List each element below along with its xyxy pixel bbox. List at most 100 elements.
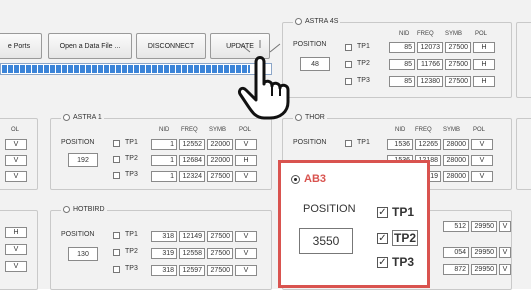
thor-nid-header: NID <box>395 127 406 133</box>
astra1-tp3-freq[interactable]: 12324 <box>179 171 205 182</box>
right-bottom-tp1-nid[interactable]: 512 <box>443 221 469 232</box>
hotbird-tp3-freq[interactable]: 12597 <box>179 265 205 276</box>
astra1-tp3-checkbox[interactable] <box>113 172 120 179</box>
thor-tp1-pol[interactable]: V <box>471 139 493 150</box>
hotbird-tp2-nid[interactable]: 319 <box>151 248 177 259</box>
astra4s-tp2-symb[interactable]: 27500 <box>445 59 471 70</box>
right-bottom-tp1-pol[interactable]: V <box>499 221 511 232</box>
astra1-tp3-symb[interactable]: 27500 <box>207 171 233 182</box>
astra1-tp2-nid[interactable]: 1 <box>151 155 177 166</box>
astra4s-tp1-pol[interactable]: H <box>473 42 495 53</box>
astra4s-tp1-nid[interactable]: 85 <box>389 42 415 53</box>
hotbird-tp1-nid[interactable]: 318 <box>151 231 177 242</box>
hotbird-tp2-freq[interactable]: 12558 <box>179 248 205 259</box>
astra4s-tp2-freq[interactable]: 11766 <box>417 59 443 70</box>
astra4s-radio[interactable] <box>295 18 302 25</box>
left-partial-tp3-pol[interactable]: V <box>5 171 27 182</box>
thor-tp2-pol[interactable]: V <box>471 155 493 166</box>
open-data-file-button[interactable]: Open a Data File ... <box>48 33 132 59</box>
astra1-position-input[interactable]: 192 <box>68 153 98 167</box>
hotbird-tp3-pol[interactable]: V <box>235 265 257 276</box>
astra1-freq-header: FREQ <box>181 127 198 133</box>
left-partial-b-tp3-pol[interactable]: V <box>5 261 27 272</box>
astra1-tp1-checkbox[interactable] <box>113 140 120 147</box>
astra4s-tp3-checkbox[interactable] <box>345 78 352 85</box>
astra4s-tp2-label: TP2 <box>357 60 370 67</box>
astra4s-tp1-checkbox[interactable] <box>345 44 352 51</box>
left-partial-b-tp1-pol[interactable]: H <box>5 227 27 238</box>
ab3-radio[interactable] <box>291 174 300 184</box>
astra1-tp3-nid[interactable]: 1 <box>151 171 177 182</box>
thor-freq-header: FREQ <box>415 127 432 133</box>
hotbird-tp1-freq[interactable]: 12149 <box>179 231 205 242</box>
astra1-tp1-symb[interactable]: 22000 <box>207 139 233 150</box>
hotbird-radio[interactable] <box>63 206 70 213</box>
right-bottom-tp3-freq[interactable]: 29950 <box>471 264 497 275</box>
astra4s-tp3-freq[interactable]: 12380 <box>417 76 443 87</box>
right-bottom-tp3-nid[interactable]: 872 <box>443 264 469 275</box>
astra1-tp1-pol[interactable]: V <box>235 139 257 150</box>
disconnect-button[interactable]: DISCONNECT <box>136 33 206 59</box>
astra4s-tp2-checkbox[interactable] <box>345 61 352 68</box>
ab3-tp3-checkbox[interactable]: ✓ <box>377 256 388 268</box>
thor-tp1-checkbox[interactable] <box>345 140 352 147</box>
ab3-tp1[interactable]: ✓ TP1 <box>377 205 414 219</box>
hotbird-tp2-symb[interactable]: 27500 <box>207 248 233 259</box>
thor-position-label: POSITION <box>293 139 327 146</box>
hotbird-tp2-checkbox[interactable] <box>113 249 120 256</box>
astra4s-tp3-symb[interactable]: 27500 <box>445 76 471 87</box>
astra1-tp1-label: TP1 <box>125 139 138 146</box>
right-bottom-tp2-nid[interactable]: 054 <box>443 247 469 258</box>
astra1-radio[interactable] <box>63 114 70 121</box>
left-partial-tp2-pol[interactable]: V <box>5 155 27 166</box>
astra1-pol-header: POL <box>239 127 252 133</box>
hotbird-tp1-pol[interactable]: V <box>235 231 257 242</box>
hotbird-tp2-label: TP2 <box>125 248 138 255</box>
astra4s-tp1-symb[interactable]: 27500 <box>445 42 471 53</box>
astra1-tp3-pol[interactable]: V <box>235 171 257 182</box>
astra1-tp1-nid[interactable]: 1 <box>151 139 177 150</box>
astra4s-tp2-nid[interactable]: 85 <box>389 59 415 70</box>
thor-tp1-nid[interactable]: 1536 <box>387 139 413 150</box>
hotbird-tp3-checkbox[interactable] <box>113 266 120 273</box>
hotbird-tp3-nid[interactable]: 318 <box>151 265 177 276</box>
astra4s-pol-header: POL <box>475 31 488 37</box>
hotbird-tp1-checkbox[interactable] <box>113 232 120 239</box>
right-bottom-tp2-pol[interactable]: V <box>499 247 511 258</box>
thor-tp1-symb[interactable]: 28000 <box>443 139 469 150</box>
ab3-tp3[interactable]: ✓ TP3 <box>377 255 414 269</box>
astra4s-tp3-nid[interactable]: 85 <box>389 76 415 87</box>
thor-tp3-pol[interactable]: V <box>471 171 493 182</box>
ab3-tp2[interactable]: ✓ TP2 <box>377 230 419 246</box>
ab3-title[interactable]: AB3 <box>291 173 326 185</box>
astra1-tp2-symb[interactable]: 22000 <box>207 155 233 166</box>
astra4s-tp2-pol[interactable]: H <box>473 59 495 70</box>
thor-tp3-symb[interactable]: 28000 <box>443 171 469 182</box>
astra4s-tp1-freq[interactable]: 12073 <box>417 42 443 53</box>
hotbird-tp3-symb[interactable]: 27500 <box>207 265 233 276</box>
ab3-tp2-checkbox[interactable]: ✓ <box>377 232 388 244</box>
astra4s-title[interactable]: ASTRA 4S <box>293 18 341 25</box>
ab3-position-input[interactable]: 3550 <box>299 228 353 254</box>
hotbird-title[interactable]: HOTBIRD <box>61 206 107 213</box>
right-bottom-tp3-pol[interactable]: V <box>499 264 511 275</box>
ports-button[interactable]: e Ports <box>0 33 42 59</box>
hotbird-position-input[interactable]: 130 <box>68 247 98 261</box>
astra1-tp1-freq[interactable]: 12552 <box>179 139 205 150</box>
ab3-highlight-panel: AB3 POSITION 3550 ✓ TP1 ✓ TP2 ✓ TP3 <box>278 160 430 288</box>
astra4s-tp3-pol[interactable]: H <box>473 76 495 87</box>
astra1-tp2-checkbox[interactable] <box>113 156 120 163</box>
astra1-tp2-pol[interactable]: H <box>235 155 257 166</box>
ab3-tp1-checkbox[interactable]: ✓ <box>377 206 388 218</box>
hotbird-tp1-symb[interactable]: 27500 <box>207 231 233 242</box>
left-partial-b-tp2-pol[interactable]: V <box>5 244 27 255</box>
left-partial-tp1-pol[interactable]: V <box>5 139 27 150</box>
astra1-tp2-freq[interactable]: 12684 <box>179 155 205 166</box>
astra1-title[interactable]: ASTRA 1 <box>61 114 104 121</box>
astra4s-tp3-label: TP3 <box>357 77 370 84</box>
hotbird-tp2-pol[interactable]: V <box>235 248 257 259</box>
right-bottom-tp2-freq[interactable]: 29950 <box>471 247 497 258</box>
thor-tp1-freq[interactable]: 12265 <box>415 139 441 150</box>
right-bottom-tp1-freq[interactable]: 29950 <box>471 221 497 232</box>
thor-tp2-symb[interactable]: 28000 <box>443 155 469 166</box>
